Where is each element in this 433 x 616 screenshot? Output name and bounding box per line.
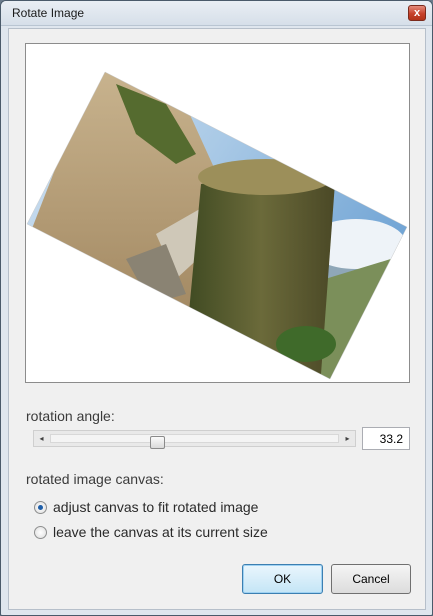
radio-label: adjust canvas to fit rotated image xyxy=(53,499,259,515)
slider-thumb[interactable] xyxy=(149,436,165,449)
image-preview xyxy=(25,43,410,383)
radio-label: leave the canvas at its current size xyxy=(53,524,268,540)
canvas-option-label: rotated image canvas: xyxy=(26,471,164,487)
cancel-button[interactable]: Cancel xyxy=(331,564,411,594)
slider-left-arrow-icon[interactable]: ◂ xyxy=(34,431,49,446)
slider-track[interactable] xyxy=(50,434,339,449)
slider-right-arrow-icon[interactable]: ▸ xyxy=(340,431,355,446)
rotated-photo xyxy=(26,71,408,380)
ok-button[interactable]: OK xyxy=(242,564,323,594)
radio-adjust-canvas[interactable]: adjust canvas to fit rotated image xyxy=(34,498,258,516)
close-icon: x xyxy=(413,7,421,19)
title-bar[interactable]: Rotate Image x xyxy=(1,1,432,26)
rotation-angle-input[interactable]: 33.2 xyxy=(362,427,410,450)
rotation-slider[interactable]: ◂ ▸ xyxy=(33,430,356,449)
window-title: Rotate Image xyxy=(12,6,85,20)
rotation-angle-label: rotation angle: xyxy=(26,408,115,424)
close-button[interactable]: x xyxy=(408,5,426,21)
radio-keep-canvas[interactable]: leave the canvas at its current size xyxy=(34,523,268,541)
rotate-image-dialog: Rotate Image x rotation angle: ◂ ▸ 33.2 … xyxy=(0,0,433,616)
dialog-client-area: rotation angle: ◂ ▸ 33.2 rotated image c… xyxy=(8,28,426,610)
radio-button-checked[interactable] xyxy=(34,500,47,514)
radio-button[interactable] xyxy=(34,525,47,539)
